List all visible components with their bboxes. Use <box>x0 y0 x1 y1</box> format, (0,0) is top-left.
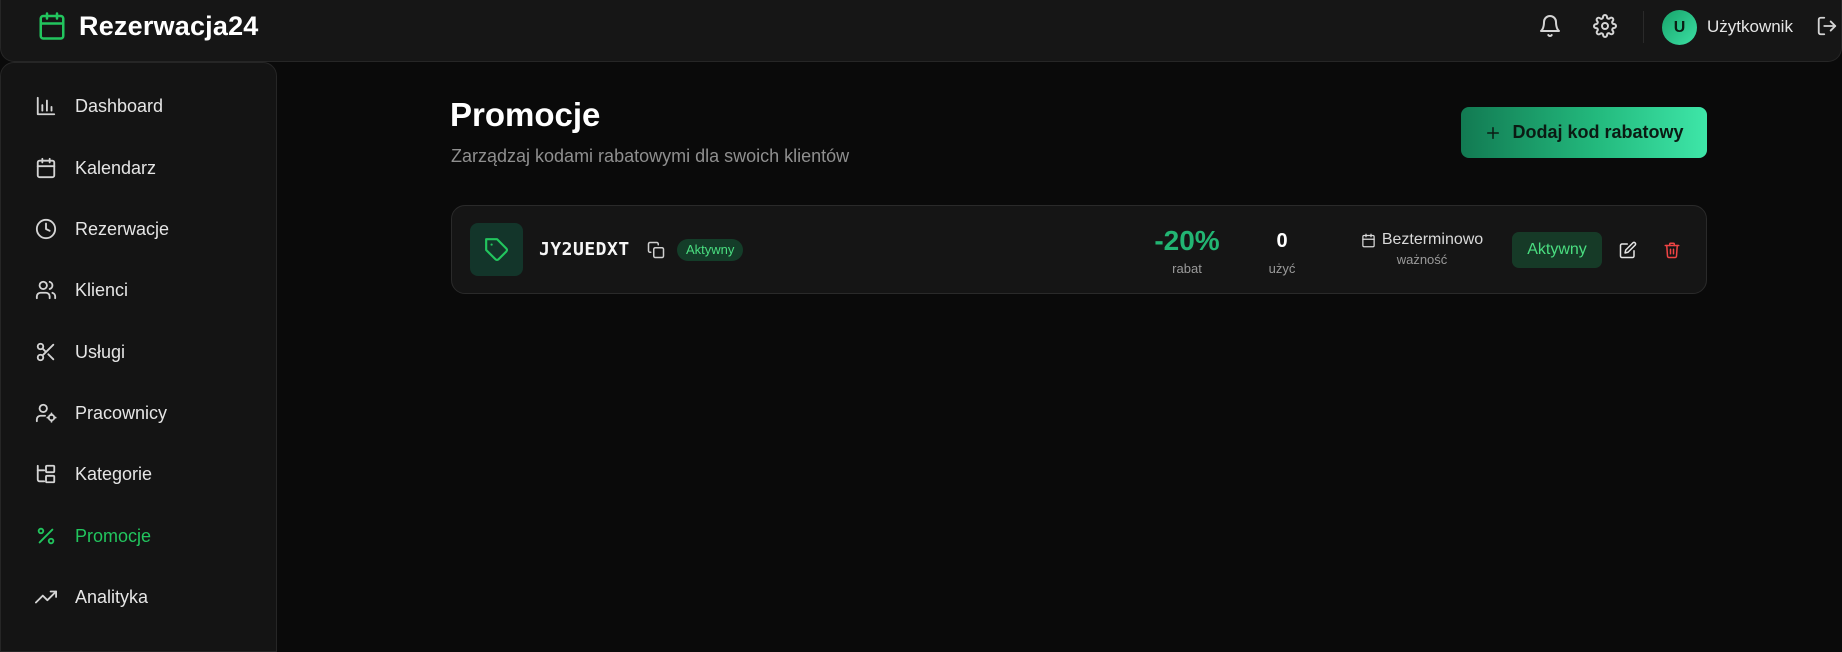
sidebar-item-kategorie[interactable]: Kategorie <box>1 448 277 500</box>
sidebar-item-promocje[interactable]: Promocje <box>1 510 277 562</box>
sidebar: Dashboard Kalendarz Rezerwacje Klienci U… <box>0 62 277 652</box>
sidebar-item-label: Kalendarz <box>75 157 157 178</box>
validity-value: Bezterminowo <box>1381 231 1484 248</box>
sidebar-item-klienci[interactable]: Klienci <box>1 264 277 316</box>
add-discount-code-button[interactable]: Dodaj kod rabatowy <box>1461 107 1707 158</box>
promo-card: JY2UEDXT Aktywny -20% rabat 0 użyć Bezte… <box>451 205 1707 294</box>
bar-chart-icon <box>35 95 57 117</box>
bell-icon[interactable] <box>1538 14 1562 38</box>
discount-stat: -20% rabat <box>1137 225 1237 276</box>
uses-value: 0 <box>1276 230 1288 252</box>
users-icon <box>35 279 57 301</box>
brand[interactable]: Rezerwacja24 <box>37 10 259 42</box>
page-subtitle: Zarządzaj kodami rabatowymi dla swoich k… <box>451 146 850 166</box>
sidebar-item-label: Analityka <box>75 586 149 607</box>
sidebar-item-analityka[interactable]: Analityka <box>1 571 277 623</box>
sidebar-item-label: Usługi <box>75 341 126 362</box>
sidebar-item-rezerwacje[interactable]: Rezerwacje <box>1 203 277 255</box>
user-cog-icon <box>35 402 57 424</box>
calendar-icon <box>37 10 67 42</box>
sidebar-item-dashboard[interactable]: Dashboard <box>1 80 277 132</box>
sidebar-item-label: Promocje <box>75 525 152 546</box>
sidebar-item-label: Klienci <box>75 279 129 300</box>
header-divider <box>1643 11 1644 43</box>
trash-icon[interactable] <box>1663 241 1681 259</box>
status-toggle-button[interactable]: Aktywny <box>1512 232 1602 268</box>
copy-icon[interactable] <box>647 241 665 259</box>
logout-icon[interactable] <box>1816 15 1838 37</box>
sidebar-item-pracownicy[interactable]: Pracownicy <box>1 387 277 439</box>
page-title: Promocje <box>450 96 601 133</box>
brand-name: Rezerwacja24 <box>79 10 259 41</box>
username[interactable]: Użytkownik <box>1707 17 1793 37</box>
plus-icon <box>1484 124 1502 142</box>
tag-icon <box>470 223 523 276</box>
scissors-icon <box>35 341 57 363</box>
percent-icon <box>35 525 57 547</box>
sidebar-item-uslugi[interactable]: Usługi <box>1 326 277 378</box>
avatar[interactable]: U <box>1662 10 1697 45</box>
sidebar-item-label: Rezerwacje <box>75 218 170 239</box>
validity-label: ważność <box>1396 252 1448 267</box>
edit-icon[interactable] <box>1619 241 1637 259</box>
discount-label: rabat <box>1172 261 1202 276</box>
uses-label: użyć <box>1268 261 1296 276</box>
status-badge: Aktywny <box>677 239 744 261</box>
clock-icon <box>35 218 57 240</box>
uses-stat: 0 użyć <box>1252 230 1312 276</box>
calendar-icon <box>1361 233 1376 248</box>
top-bar: Rezerwacja24 U Użytkownik <box>0 0 1842 62</box>
discount-value: -20% <box>1154 225 1220 256</box>
folder-tree-icon <box>35 463 57 485</box>
sidebar-item-label: Pracownicy <box>75 402 168 423</box>
trending-up-icon <box>35 586 57 608</box>
calendar-icon <box>35 157 57 179</box>
sidebar-item-kalendarz[interactable]: Kalendarz <box>1 142 277 194</box>
sidebar-item-label: Kategorie <box>75 463 153 484</box>
gear-icon[interactable] <box>1593 14 1617 38</box>
sidebar-item-label: Dashboard <box>75 95 164 116</box>
validity-stat: Bezterminowo ważność <box>1352 231 1492 267</box>
promo-code: JY2UEDXT <box>539 239 630 260</box>
add-button-label: Dodaj kod rabatowy <box>1512 122 1684 142</box>
